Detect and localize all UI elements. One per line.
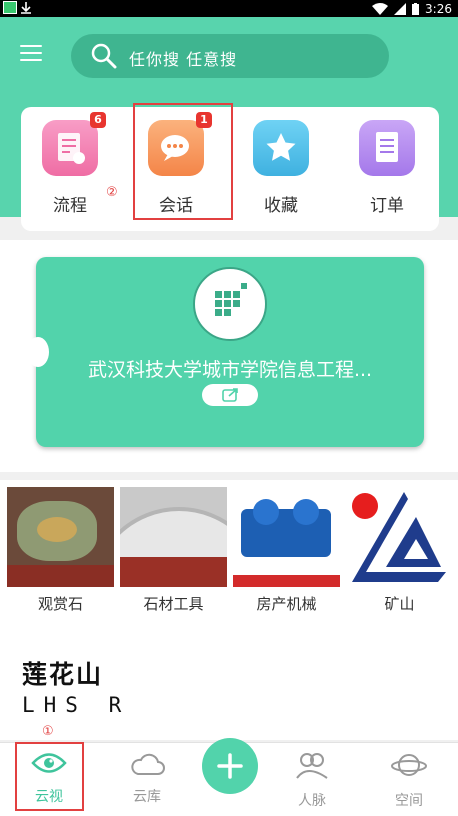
brand-logo-en: LHS R: [22, 693, 131, 717]
quick-action-label: 订单: [370, 196, 404, 216]
tab-cloud-library[interactable]: 云库: [115, 750, 179, 806]
badge-count: 6: [90, 112, 106, 128]
product-item[interactable]: 石材工具: [120, 487, 227, 614]
product-item[interactable]: 房产机械: [233, 487, 340, 614]
app-notification-icon: [3, 1, 17, 14]
org-logo-icon: [193, 267, 267, 341]
product-name: 石材工具: [143, 595, 204, 613]
order-list-icon: [359, 120, 415, 176]
annotation-marker-1: ①: [42, 724, 54, 739]
planet-icon: [391, 754, 427, 776]
product-image-saw-blade: [120, 487, 227, 587]
tab-label: 人脉: [298, 793, 326, 809]
brand-logo-cn: 莲花山: [22, 660, 104, 689]
tab-contacts[interactable]: 人脉: [280, 750, 344, 810]
search-bar[interactable]: 任你搜 任意搜: [71, 34, 389, 78]
annotation-marker-2: ②: [106, 185, 118, 200]
product-image-stone: [7, 487, 114, 587]
quick-action-process[interactable]: 6 流程: [25, 112, 115, 216]
download-icon: [21, 1, 31, 14]
product-image-winch: [233, 487, 340, 587]
wifi-icon: [372, 2, 389, 15]
menu-icon[interactable]: [20, 45, 42, 63]
share-button[interactable]: [202, 384, 258, 406]
document-icon: 6: [42, 112, 106, 176]
add-button[interactable]: [202, 738, 258, 794]
product-name: 房产机械: [256, 595, 317, 613]
status-bar: 3:26: [0, 0, 458, 17]
tab-space[interactable]: 空间: [377, 750, 441, 810]
product-item[interactable]: 矿山: [346, 487, 453, 614]
tab-label: 空间: [395, 793, 423, 809]
product-name: 矿山: [384, 595, 415, 613]
search-placeholder: 任你搜 任意搜: [129, 50, 238, 69]
brand-logo[interactable]: 莲花山 LHS R: [22, 655, 130, 717]
quick-action-favorites[interactable]: 收藏: [236, 120, 326, 216]
battery-icon: [412, 2, 420, 15]
quick-action-label: 收藏: [264, 196, 298, 216]
highlight-box-chat: [133, 103, 233, 220]
plus-icon: [217, 753, 243, 779]
product-item[interactable]: 观赏石: [7, 487, 114, 614]
product-image-mining-logo: [346, 487, 453, 587]
clock: 3:26: [425, 1, 452, 16]
product-name: 观赏石: [37, 595, 83, 613]
star-icon: [253, 120, 309, 176]
cloud-icon: [131, 753, 165, 775]
contacts-icon: [296, 753, 328, 779]
share-icon: [222, 388, 238, 402]
search-icon: [91, 43, 117, 69]
signal-icon: [394, 2, 407, 15]
highlight-box-tab: [15, 742, 84, 811]
org-name: 武汉科技大学城市学院信息工程...: [87, 359, 373, 381]
quick-action-label: 流程: [53, 196, 87, 216]
quick-action-orders[interactable]: 订单: [342, 120, 432, 216]
tab-label: 云库: [133, 789, 161, 805]
